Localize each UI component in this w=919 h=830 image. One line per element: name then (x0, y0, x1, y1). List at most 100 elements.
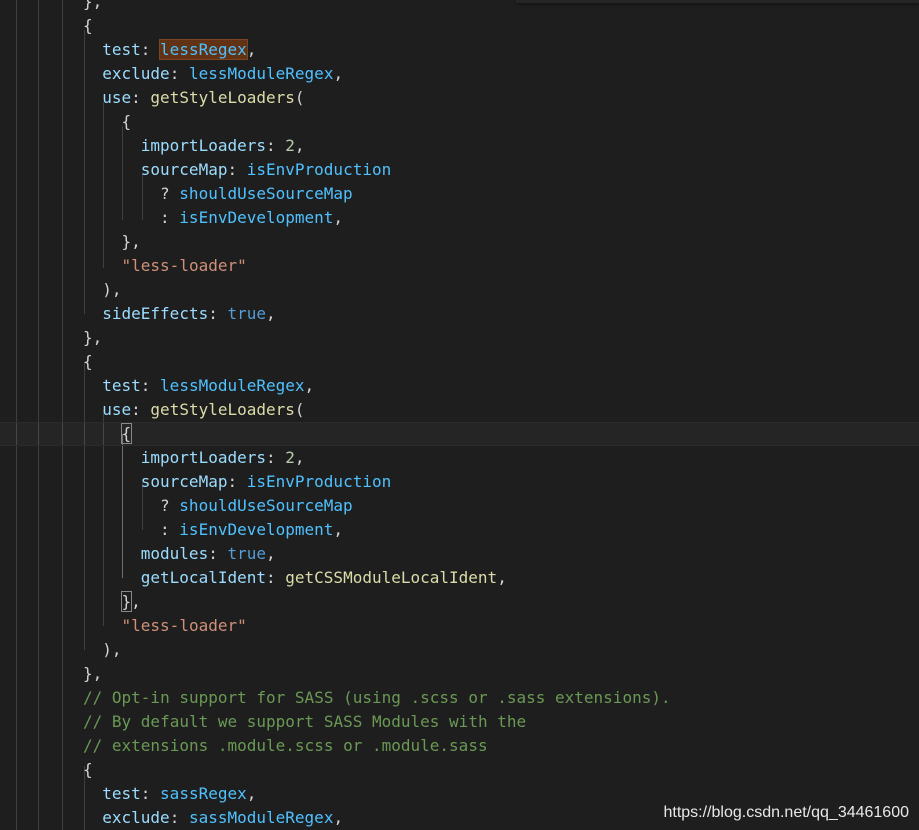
code-token: sassModuleRegex (188, 808, 334, 827)
code-token: , (497, 568, 507, 587)
code-line[interactable]: // Opt-in support for SASS (using .scss … (0, 686, 919, 710)
code-line[interactable]: { (0, 110, 919, 134)
code-token: lessModuleRegex (160, 376, 305, 395)
code-token: sideEffects (102, 304, 209, 323)
code-token: importLoaders (140, 136, 266, 155)
code-token: ), (102, 280, 122, 299)
code-token: : (131, 400, 151, 419)
code-line[interactable]: ? shouldUseSourceMap (0, 494, 919, 518)
code-token: exclude (102, 64, 170, 83)
code-token: }, (121, 232, 141, 251)
code-token: , (333, 808, 344, 827)
code-token: "less-loader" (121, 616, 247, 635)
code-line[interactable]: test: lessRegex, (0, 38, 919, 62)
code-token: true (227, 304, 267, 323)
code-token: : (140, 784, 161, 803)
code-line[interactable]: // By default we support SASS Modules wi… (0, 710, 919, 734)
code-line[interactable]: }, (0, 590, 919, 614)
code-token: ? (160, 496, 180, 515)
code-token: : (140, 40, 161, 59)
code-line[interactable]: sourceMap: isEnvProduction (0, 470, 919, 494)
code-token: ( (294, 88, 305, 107)
code-token: : (266, 568, 286, 587)
code-token: true (227, 544, 266, 563)
code-token: lessRegex (159, 39, 248, 60)
code-token: sourceMap (140, 472, 228, 491)
code-line[interactable]: "less-loader" (0, 614, 919, 638)
code-line[interactable]: test: lessModuleRegex, (0, 374, 919, 398)
code-line[interactable]: { (0, 422, 919, 446)
code-line[interactable]: getLocalIdent: getCSSModuleLocalIdent, (0, 566, 919, 590)
code-line[interactable]: modules: true, (0, 542, 919, 566)
code-line[interactable]: { (0, 14, 919, 38)
code-token: { (120, 423, 133, 444)
code-line[interactable]: importLoaders: 2, (0, 134, 919, 158)
code-token: , (294, 448, 305, 467)
code-token: { (83, 352, 93, 371)
code-line[interactable]: { (0, 350, 919, 374)
code-token: getCSSModuleLocalIdent (285, 568, 498, 587)
code-line[interactable]: sideEffects: true, (0, 302, 919, 326)
code-comment: // extensions .module.scss or .module.sa… (83, 736, 488, 755)
code-token: use (102, 88, 132, 107)
code-token: sourceMap (140, 160, 228, 179)
code-line[interactable]: }, (0, 662, 919, 686)
code-token: , (294, 136, 305, 155)
code-token: , (246, 40, 257, 59)
code-token: : (208, 304, 228, 323)
code-line[interactable]: test: sassRegex, (0, 782, 919, 806)
code-token: test (102, 784, 141, 803)
code-token: ), (102, 640, 122, 659)
code-line[interactable]: ), (0, 278, 919, 302)
code-token: 2 (285, 136, 295, 155)
code-line[interactable]: use: getStyleLoaders( (0, 86, 919, 110)
code-comment: // Opt-in support for SASS (using .scss … (83, 688, 671, 707)
code-token: modules (140, 544, 209, 563)
code-token: }, (83, 664, 103, 683)
code-token: shouldUseSourceMap (179, 184, 353, 203)
code-token: : (266, 448, 286, 467)
code-editor[interactable]: },{test: lessRegex, exclude: lessModuleRe… (0, 0, 919, 830)
code-line[interactable]: }, (0, 0, 919, 14)
code-line[interactable]: exclude: lessModuleRegex, (0, 62, 919, 86)
code-token: : (208, 544, 228, 563)
code-line[interactable]: sourceMap: isEnvProduction (0, 158, 919, 182)
code-line[interactable]: }, (0, 326, 919, 350)
code-token: isEnvProduction (246, 160, 392, 179)
code-token: : (266, 136, 286, 155)
code-line[interactable]: }, (0, 230, 919, 254)
code-token: } (120, 591, 133, 612)
code-token: : (169, 64, 189, 83)
code-comment: // By default we support SASS Modules wi… (83, 712, 527, 731)
code-line[interactable]: // extensions .module.scss or .module.sa… (0, 734, 919, 758)
code-token: isEnvDevelopment (179, 208, 334, 227)
code-token: : (227, 160, 247, 179)
code-token: test (102, 40, 141, 59)
code-token: : (160, 208, 180, 227)
code-token: , (246, 784, 257, 803)
code-token: "less-loader" (121, 256, 247, 275)
code-token: { (121, 112, 132, 131)
code-token: , (333, 64, 344, 83)
code-token: , (333, 520, 344, 539)
code-line[interactable]: { (0, 758, 919, 782)
code-line[interactable]: use: getStyleLoaders( (0, 398, 919, 422)
code-token: , (304, 376, 315, 395)
code-token: lessModuleRegex (188, 64, 334, 83)
code-token: use (102, 400, 132, 419)
code-line[interactable]: : isEnvDevelopment, (0, 518, 919, 542)
code-token: 2 (285, 448, 295, 467)
code-token: getStyleLoaders (150, 88, 295, 107)
code-token: }, (83, 328, 103, 347)
code-line[interactable]: : isEnvDevelopment, (0, 206, 919, 230)
code-line[interactable]: importLoaders: 2, (0, 446, 919, 470)
code-token: getLocalIdent (140, 568, 266, 587)
code-line[interactable]: ), (0, 638, 919, 662)
code-token: { (83, 16, 93, 35)
code-line[interactable]: ? shouldUseSourceMap (0, 182, 919, 206)
code-token: , (266, 304, 276, 323)
code-line[interactable]: "less-loader" (0, 254, 919, 278)
code-token: : (227, 472, 247, 491)
code-token: : (140, 376, 161, 395)
code-token: { (83, 760, 93, 779)
